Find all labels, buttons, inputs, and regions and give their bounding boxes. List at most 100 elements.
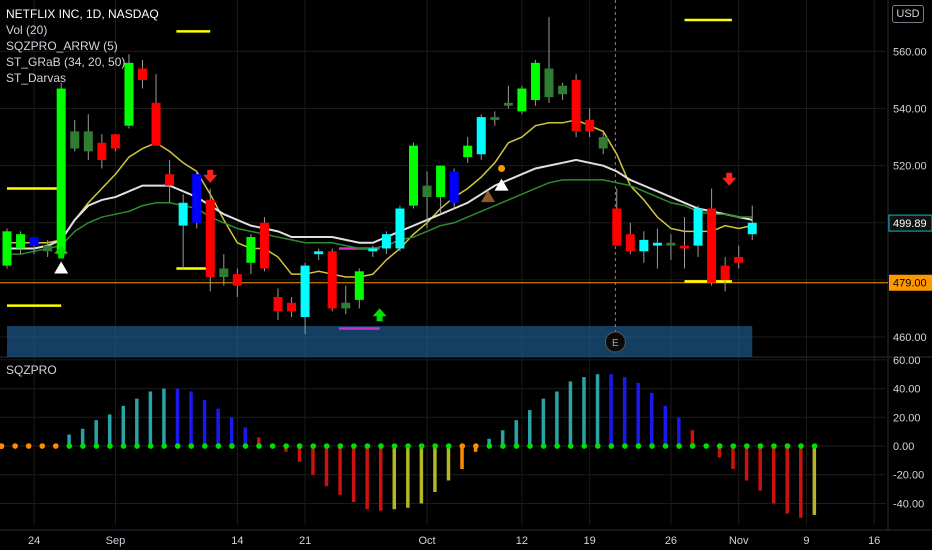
squeeze-dot xyxy=(649,443,655,449)
level-price-label: 479.00 xyxy=(893,278,927,290)
sqzpro-bar xyxy=(189,391,193,447)
candle-body xyxy=(490,117,500,120)
sqzpro-bar xyxy=(636,382,640,447)
squeeze-dot xyxy=(188,443,195,449)
time-tick-label: Nov xyxy=(729,535,749,547)
indicator-st-grab[interactable]: ST_GRaB (34, 20, 50) xyxy=(6,54,159,70)
time-tick-label: 9 xyxy=(803,535,809,547)
squeeze-dot xyxy=(120,443,127,449)
candle-body xyxy=(598,137,608,149)
sqzpro-bar xyxy=(135,398,139,447)
candle-body xyxy=(192,174,202,223)
sqzpro-bar xyxy=(771,446,776,504)
candle-body xyxy=(503,102,513,106)
squeeze-dot xyxy=(676,443,682,449)
sqzpro-bar xyxy=(731,446,735,469)
candle-body xyxy=(747,222,757,235)
price-tick-label: 540.00 xyxy=(893,104,927,116)
squeeze-dot xyxy=(242,443,249,449)
sqzpro-bar xyxy=(555,391,559,447)
symbol-title[interactable]: NETFLIX INC, 1D, NASDAQ xyxy=(6,6,159,22)
squeeze-dot xyxy=(283,443,289,449)
squeeze-dot xyxy=(716,443,723,449)
time-tick-label: 16 xyxy=(868,535,880,547)
candle-body xyxy=(680,245,689,249)
candle-body xyxy=(652,242,662,246)
squeeze-dot xyxy=(107,443,113,449)
price-tick-label: 460.00 xyxy=(893,332,927,344)
squeeze-dot xyxy=(540,443,547,449)
squeeze-dot xyxy=(744,443,750,449)
candle-body xyxy=(558,85,568,95)
sqzpro-bar xyxy=(744,446,749,481)
squeeze-dot xyxy=(473,443,479,449)
squeeze-dot xyxy=(554,443,560,449)
osc-tick-label: -40.00 xyxy=(893,498,924,510)
candle-body xyxy=(666,242,676,246)
indicator-st-darvas[interactable]: ST_Darvas xyxy=(6,70,159,86)
squeeze-dot xyxy=(567,443,574,449)
sqzpro-bar xyxy=(582,377,586,447)
squeeze-dot xyxy=(689,443,696,449)
squeeze-dot xyxy=(39,443,46,449)
candle-body xyxy=(165,174,175,186)
signal-dot-icon xyxy=(498,165,506,173)
squeeze-dot xyxy=(581,443,588,449)
candle-body xyxy=(571,79,581,132)
sqzpro-bar xyxy=(446,446,451,481)
squeeze-dot xyxy=(134,443,140,449)
sqzpro-bar xyxy=(216,408,220,447)
sqzpro-bar xyxy=(609,374,613,447)
osc-tick-label: -20.00 xyxy=(893,470,924,482)
time-tick-label: 26 xyxy=(665,535,677,547)
sqzpro-bar xyxy=(785,446,789,514)
squeeze-dot xyxy=(174,443,181,449)
candle-body xyxy=(16,234,26,249)
candle-body xyxy=(43,245,53,252)
sqzpro-bar xyxy=(107,414,112,447)
squeeze-dot xyxy=(337,443,344,449)
squeeze-dot xyxy=(80,443,86,449)
squeeze-dot xyxy=(798,443,804,449)
candle-body xyxy=(693,208,703,246)
squeeze-dot xyxy=(269,443,276,449)
time-tick-label: 12 xyxy=(516,535,528,547)
squeeze-dot xyxy=(93,443,100,449)
candle-body xyxy=(639,239,649,252)
osc-tick-label: 0.00 xyxy=(893,441,914,453)
squeeze-dot xyxy=(215,443,222,449)
indicator-sqzpro-arrw[interactable]: SQZPRO_ARRW (5) xyxy=(6,38,159,54)
last-price-label: 499.89 xyxy=(893,218,927,230)
squeeze-dot xyxy=(25,443,32,449)
sqzpro-bar xyxy=(419,446,424,504)
sqzpro-bar xyxy=(121,405,126,447)
currency-button[interactable]: USD xyxy=(892,5,924,23)
candle-body xyxy=(625,234,635,252)
squeeze-dot xyxy=(757,443,764,449)
osc-tick-label: 60.00 xyxy=(893,355,921,367)
candle-body xyxy=(530,62,540,100)
candle-body xyxy=(273,297,283,312)
sqzpro-bar xyxy=(365,446,369,510)
sqzpro-bar xyxy=(94,420,98,447)
squeeze-dot xyxy=(635,443,642,449)
time-tick-label: Sep xyxy=(106,535,126,547)
squeeze-dot xyxy=(296,443,303,449)
squeeze-dot xyxy=(784,443,791,449)
squeeze-dot xyxy=(52,443,59,449)
squeeze-dot xyxy=(66,443,73,449)
time-tick-label: 19 xyxy=(584,535,596,547)
candle-body xyxy=(205,199,215,278)
indicator-volume[interactable]: Vol (20) xyxy=(6,22,159,38)
sqzpro-bar xyxy=(528,410,532,447)
time-tick-label: Oct xyxy=(418,535,435,547)
time-tick-label: 14 xyxy=(231,535,243,547)
candle-body xyxy=(395,208,405,249)
sqzpro-bar xyxy=(799,446,803,518)
sqzpro-bar xyxy=(663,405,668,447)
sqzpro-bar xyxy=(460,446,464,469)
squeeze-dot xyxy=(161,443,167,449)
candle-body xyxy=(544,68,554,98)
sqzpro-bar xyxy=(175,388,180,447)
sqzpro-bar xyxy=(243,427,247,447)
